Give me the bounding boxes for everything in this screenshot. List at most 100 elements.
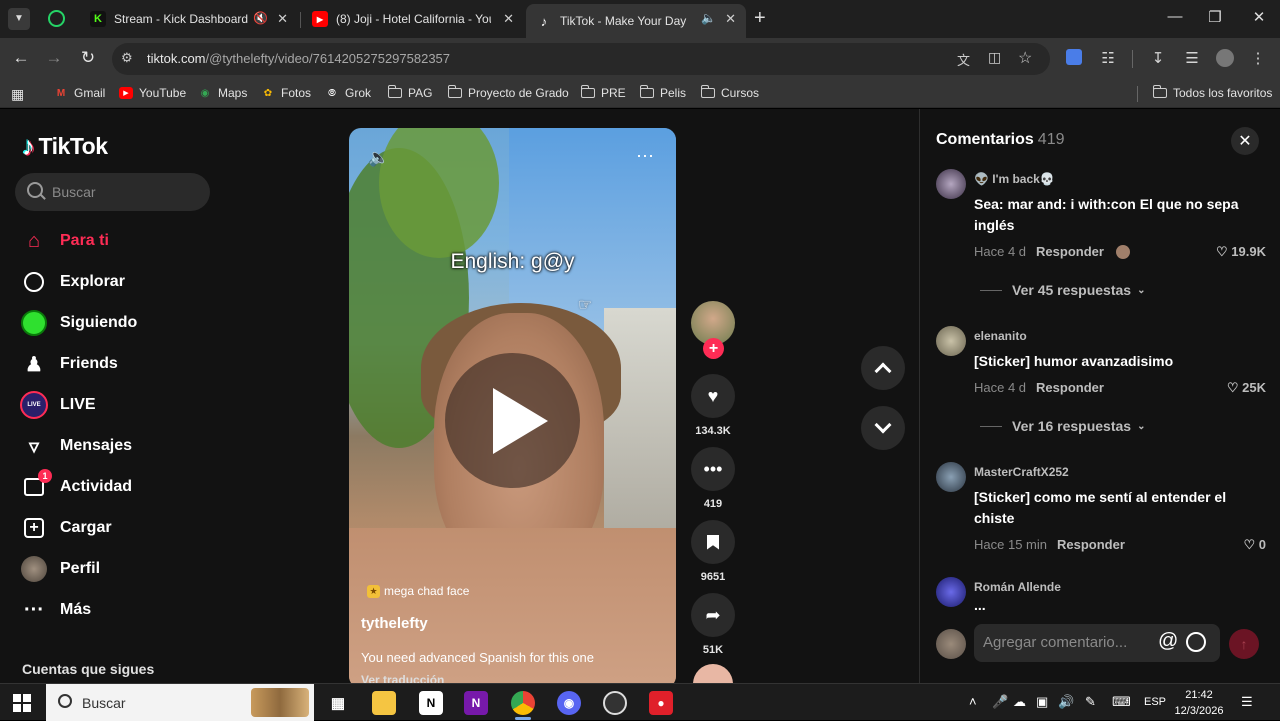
bookmark-grok[interactable]: ⦾ Grok <box>325 86 371 100</box>
close-comments-button[interactable]: ✕ <box>1231 127 1259 155</box>
notifications-icon[interactable]: ☰ <box>1241 694 1253 710</box>
sidebar-item-cargar[interactable]: + Cargar <box>20 513 112 543</box>
back-button[interactable]: ← <box>9 48 33 68</box>
translate-icon[interactable]: 文 <box>957 50 970 69</box>
all-bookmarks[interactable]: Todos los favoritos <box>1152 85 1272 100</box>
reply-button[interactable]: Responder <box>1036 380 1104 395</box>
sidebar-item-live[interactable]: LIVE LIVE <box>20 390 96 420</box>
browser-menu-icon[interactable]: ⋮ <box>1247 49 1269 67</box>
avatar[interactable] <box>936 326 966 356</box>
send-comment-button[interactable]: ↑ <box>1229 629 1259 659</box>
see-translation-link[interactable]: Ver traducción <box>361 673 444 683</box>
volume-tray-icon[interactable]: 🔊 <box>1058 694 1074 710</box>
comment-like-button[interactable]: ♡ 25K <box>1227 380 1266 396</box>
keyboard-icon[interactable]: ⌨ <box>1112 694 1131 710</box>
bookmark-folder-cursos[interactable]: Cursos <box>700 85 759 100</box>
avatar[interactable] <box>936 169 966 199</box>
system-clock[interactable]: 21:42 12/3/2026 <box>1172 687 1226 719</box>
video-author[interactable]: tythelefty <box>361 615 428 632</box>
discord-icon[interactable]: ◉ <box>557 691 581 715</box>
sidebar-item-perfil[interactable]: Perfil <box>20 554 100 584</box>
google-translate-extension-icon[interactable] <box>1063 49 1085 69</box>
follow-plus-icon[interactable]: + <box>703 338 724 359</box>
network-icon[interactable]: ▣ <box>1036 694 1048 710</box>
tab-search-icon[interactable]: ▼ <box>8 8 30 30</box>
new-tab-button[interactable]: + <box>754 7 766 30</box>
sidebar-item-para-ti[interactable]: ⌂ Para ti <box>20 226 109 256</box>
address-bar[interactable]: ⚙ tiktok.com/@tythelefty/video/761420527… <box>112 43 1050 75</box>
reply-button[interactable]: Responder <box>1036 244 1104 259</box>
tab-tiktok[interactable]: ♪ TikTok - Make Your Day 🔈 ✕ <box>526 4 746 38</box>
share-button[interactable]: ➦ <box>691 593 735 637</box>
more-options-icon[interactable]: ⋯ <box>636 146 655 167</box>
previous-video-button[interactable] <box>861 346 905 390</box>
sidebar-item-explorar[interactable]: Explorar <box>20 267 125 297</box>
recording-app-icon[interactable]: ● <box>649 691 673 715</box>
notion-icon[interactable]: N <box>419 691 443 715</box>
close-tab-icon[interactable]: ✕ <box>503 11 514 27</box>
close-tab-icon[interactable]: ✕ <box>725 11 736 27</box>
microphone-icon[interactable]: 🎤 <box>992 694 1008 710</box>
view-replies-button[interactable]: Ver 45 respuestas ⌄ <box>980 282 1145 298</box>
tab-kick[interactable]: K Stream - Kick Dashboard 🔇 ✕ <box>80 4 298 34</box>
bookmark-gmail[interactable]: M Gmail <box>54 86 106 100</box>
avatar[interactable] <box>936 577 966 607</box>
avatar[interactable] <box>936 462 966 492</box>
search-input[interactable]: Buscar <box>15 173 210 211</box>
show-hidden-icons[interactable]: ˄ <box>969 694 977 709</box>
speaker-icon[interactable]: 🔈 <box>701 11 716 25</box>
play-icon[interactable] <box>445 353 580 488</box>
download-icon[interactable]: ↧ <box>1147 49 1169 67</box>
sidebar-item-friends[interactable]: ♟ Friends <box>20 349 118 379</box>
reload-button[interactable]: ↻ <box>76 48 100 68</box>
tab-youtube[interactable]: ▶ (8) Joji - Hotel California - YouT ✕ <box>302 4 524 34</box>
sidebar-item-siguiendo[interactable]: Siguiendo <box>20 308 137 338</box>
taskbar-search[interactable]: Buscar <box>46 684 314 721</box>
apps-grid-icon[interactable]: ▦ <box>11 86 24 103</box>
install-app-icon[interactable]: ◫ <box>988 49 1001 66</box>
whatsapp-icon[interactable] <box>48 10 65 27</box>
save-button[interactable] <box>691 520 735 564</box>
comment-username[interactable]: MasterCraftX252 <box>974 465 1069 479</box>
comment-username[interactable]: elenanito <box>974 329 1027 343</box>
pen-icon[interactable]: ✎ <box>1085 694 1096 710</box>
emoji-icon[interactable] <box>1186 632 1206 652</box>
muted-speaker-icon[interactable]: 🔇 <box>253 11 268 25</box>
bookmark-fotos[interactable]: ✿ Fotos <box>261 86 311 100</box>
close-window-button[interactable]: ✕ <box>1244 8 1274 26</box>
language-indicator[interactable]: ESP <box>1144 696 1166 708</box>
media-control-icon[interactable]: ☰ <box>1181 49 1203 67</box>
chrome-icon[interactable] <box>511 691 535 715</box>
onenote-icon[interactable]: N <box>464 691 488 715</box>
video-player[interactable]: English: g@y 🔈 ⋯ ★ mega chad face tythele… <box>349 128 676 683</box>
restore-button[interactable]: ❐ <box>1200 8 1230 26</box>
bookmark-star-icon[interactable]: ☆ <box>1018 48 1032 68</box>
extensions-icon[interactable]: ☷ <box>1097 49 1119 67</box>
bookmark-youtube[interactable]: ▶ YouTube <box>119 86 186 100</box>
task-view-icon[interactable]: ▦ <box>326 691 350 715</box>
reply-button[interactable]: Responder <box>1057 537 1125 552</box>
like-button[interactable]: ♥ <box>691 374 735 418</box>
url-text[interactable]: tiktok.com/@tythelefty/video/76142052752… <box>147 51 450 66</box>
file-explorer-icon[interactable] <box>372 691 396 715</box>
sidebar-item-actividad[interactable]: 1 Actividad <box>20 469 132 502</box>
tiktok-logo[interactable]: ♪ TikTok <box>22 131 108 162</box>
next-video-button[interactable] <box>861 406 905 450</box>
forward-button[interactable]: → <box>42 48 66 68</box>
volume-icon[interactable]: 🔈 <box>368 148 389 168</box>
site-info-icon[interactable]: ⚙ <box>121 50 133 66</box>
comment-input[interactable]: Agregar comentario... @ <box>974 624 1220 662</box>
comment-like-button[interactable]: ♡ 0 <box>1243 537 1266 553</box>
comment-button[interactable]: ••• <box>691 447 735 491</box>
profile-avatar-icon[interactable] <box>1214 49 1236 71</box>
minimize-button[interactable]: — <box>1160 8 1190 25</box>
comment-like-button[interactable]: ♡ 19.9K <box>1216 244 1266 260</box>
view-replies-button[interactable]: Ver 16 respuestas ⌄ <box>980 418 1145 434</box>
obs-icon[interactable] <box>603 691 627 715</box>
bookmark-folder-pag[interactable]: PAG <box>387 85 432 100</box>
comment-username[interactable]: Román Allende <box>974 580 1061 594</box>
comment-username[interactable]: 👽 I'm back💀 <box>974 172 1055 186</box>
effect-sticker[interactable]: ★ mega chad face <box>367 584 469 598</box>
onedrive-icon[interactable]: ☁ <box>1013 694 1026 710</box>
bookmark-folder-pelis[interactable]: Pelis <box>639 85 686 100</box>
